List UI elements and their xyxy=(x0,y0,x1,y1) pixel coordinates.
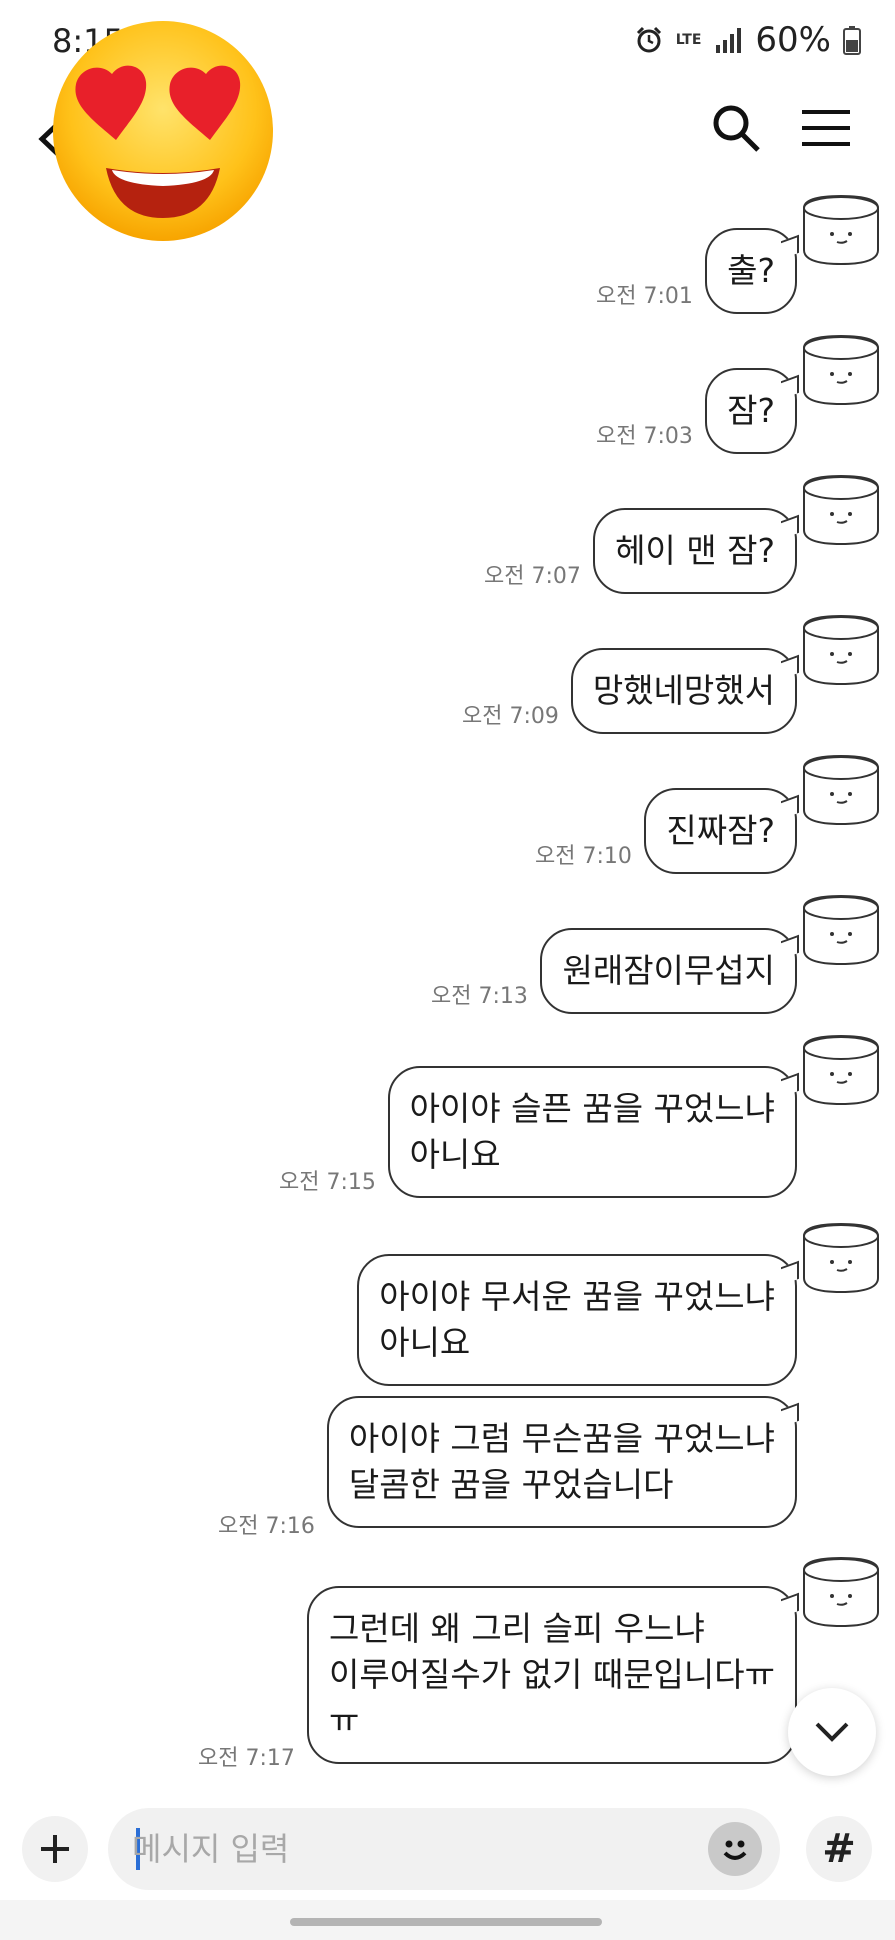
emoji-button[interactable] xyxy=(708,1822,762,1876)
message-input[interactable] xyxy=(132,1808,692,1890)
message-timestamp: 오전 7:16 xyxy=(218,1514,315,1539)
menu-button[interactable] xyxy=(800,104,852,152)
message-timestamp: 오전 7:15 xyxy=(279,1170,376,1195)
message-timestamp: 오전 7:07 xyxy=(484,564,581,589)
message-bubble[interactable]: 헤이 맨 잠? xyxy=(593,508,797,594)
search-button[interactable] xyxy=(708,100,764,156)
message-bubble[interactable]: 진짜잠? xyxy=(644,788,797,874)
composer: # xyxy=(0,1790,895,1900)
message-bubble[interactable]: 잠? xyxy=(705,368,797,454)
marshmallow-avatar-icon[interactable] xyxy=(800,474,882,546)
message-timestamp: 오전 7:13 xyxy=(431,984,528,1009)
message-bubble[interactable]: 아이야 슬픈 꿈을 꾸었느냐 아니요 xyxy=(387,1066,797,1198)
network-type: LTE xyxy=(675,32,702,48)
status-icons: LTE 60% xyxy=(634,20,861,60)
navigation-bar xyxy=(0,1900,895,1940)
message-timestamp: 오전 7:10 xyxy=(535,844,632,869)
home-indicator[interactable] xyxy=(290,1918,602,1926)
marshmallow-avatar-icon[interactable] xyxy=(800,1222,882,1294)
hashtag-label: # xyxy=(822,1826,856,1872)
scroll-down-button[interactable] xyxy=(788,1688,876,1776)
alarm-icon xyxy=(636,26,661,53)
message-input-wrap xyxy=(108,1808,780,1890)
marshmallow-avatar-icon[interactable] xyxy=(800,894,882,966)
message-bubble[interactable]: 아이야 그럼 무슨꿈을 꾸었느냐 달콤한 꿈을 꾸었습니다 xyxy=(326,1396,797,1528)
attach-button[interactable] xyxy=(22,1816,88,1882)
message-bubble[interactable]: 원래잠이무섭지 xyxy=(540,928,797,1014)
message-timestamp: 오전 7:09 xyxy=(462,704,559,729)
message-bubble[interactable]: 아이야 무서운 꿈을 꾸었느냐 아니요 xyxy=(357,1254,797,1386)
hashtag-button[interactable]: # xyxy=(806,1816,872,1882)
plus-icon xyxy=(41,1835,69,1863)
marshmallow-avatar-icon[interactable] xyxy=(800,614,882,686)
message-list[interactable]: 출? 오전 7:01 잠? 오전 7:03 헤이 맨 잠? 오전 7:07 망했네망했서오전… xyxy=(0,190,895,1780)
chevron-down-icon xyxy=(815,1722,849,1742)
battery-icon xyxy=(843,26,861,55)
marshmallow-avatar-icon[interactable] xyxy=(800,754,882,826)
marshmallow-avatar-icon[interactable] xyxy=(800,194,882,266)
marshmallow-avatar-icon[interactable] xyxy=(800,1034,882,1106)
marshmallow-avatar-icon[interactable] xyxy=(800,334,882,406)
smiley-icon xyxy=(723,1840,747,1860)
marshmallow-avatar-icon[interactable] xyxy=(800,1556,882,1628)
signal-icon xyxy=(716,28,742,53)
message-bubble[interactable]: 그런데 왜 그리 슬피 우느냐 이루어질수가 없기 때문입니다ㅠ ㅠ xyxy=(306,1586,797,1764)
battery-percent: 60% xyxy=(755,20,831,60)
message-timestamp: 오전 7:01 xyxy=(596,284,693,309)
message-bubble[interactable]: 출? xyxy=(705,228,797,314)
hamburger-menu-icon xyxy=(802,110,850,146)
message-timestamp: 오전 7:17 xyxy=(198,1746,295,1771)
search-icon xyxy=(713,105,760,152)
message-timestamp: 오전 7:03 xyxy=(596,424,693,449)
message-bubble[interactable]: 망했네망했서 xyxy=(570,648,797,734)
